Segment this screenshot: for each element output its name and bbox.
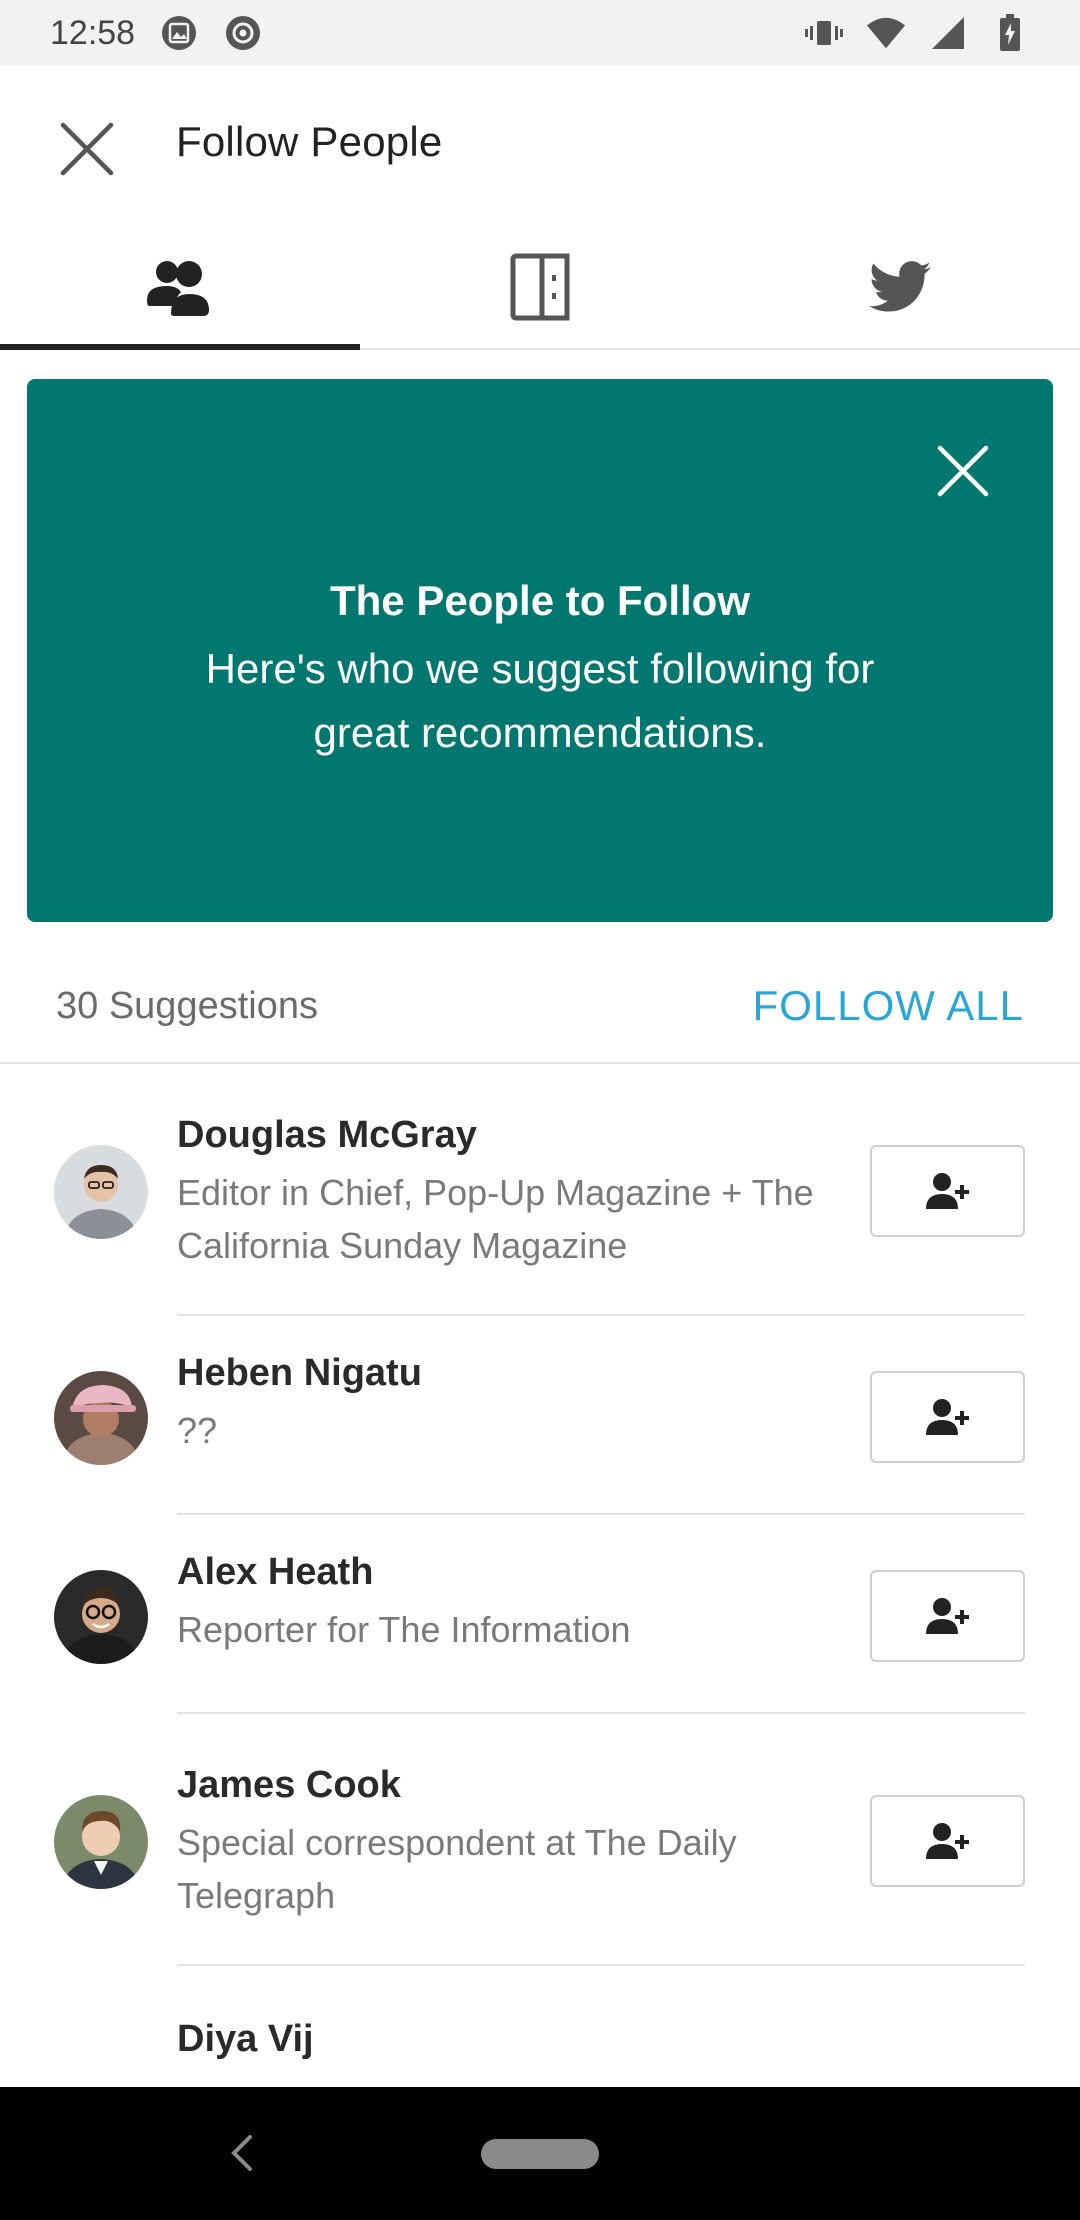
follow-button[interactable]: [870, 1371, 1025, 1463]
status-bar: 12:58: [0, 0, 1080, 66]
follow-button[interactable]: [870, 1570, 1025, 1662]
tab-twitter[interactable]: [720, 226, 1080, 348]
avatar: [54, 1371, 148, 1465]
list-item[interactable]: Diya Vij: [0, 1966, 1080, 2087]
person-description: ??: [177, 1410, 218, 1451]
info-banner: The People to Follow Here's who we sugge…: [27, 379, 1053, 922]
banner-title: The People to Follow: [330, 577, 750, 624]
app-bar: Follow People: [0, 66, 1080, 226]
suggestions-count: 30 Suggestions: [56, 984, 318, 1027]
page-title: Follow People: [176, 118, 443, 165]
home-pill-button[interactable]: [481, 2138, 599, 2169]
add-user-icon: [925, 1399, 969, 1435]
list-item[interactable]: Heben Nigatu ??: [0, 1316, 1080, 1515]
list-item[interactable]: Alex Heath Reporter for The Information: [0, 1515, 1080, 1714]
banner-body: Here's who we suggest following for grea…: [205, 645, 875, 756]
person-description: Special correspondent at The Daily Teleg…: [177, 1822, 737, 1916]
follow-button[interactable]: [870, 1145, 1025, 1237]
publication-icon: [510, 253, 570, 321]
vibrate-icon: [804, 13, 844, 53]
close-icon: [60, 122, 114, 176]
person-name: Heben Nigatu: [177, 1352, 422, 1394]
person-description: Reporter for The Information: [177, 1609, 631, 1650]
at-sign-notification-icon: [223, 13, 263, 53]
signal-icon: [928, 13, 968, 53]
add-user-icon: [925, 1823, 969, 1859]
wifi-icon: [866, 13, 906, 53]
list-item[interactable]: James Cook Special correspondent at The …: [0, 1714, 1080, 1966]
follow-all-button[interactable]: FOLLOW ALL: [753, 982, 1024, 1030]
back-icon[interactable]: [222, 2131, 262, 2175]
avatar: [54, 1570, 148, 1664]
avatar: [54, 1145, 148, 1239]
list-item[interactable]: Douglas McGray Editor in Chief, Pop-Up M…: [0, 1064, 1080, 1316]
add-user-icon: [925, 1598, 969, 1634]
person-name: Douglas McGray: [177, 1114, 477, 1156]
close-button[interactable]: [52, 114, 122, 184]
people-icon: [147, 261, 209, 316]
person-name: Diya Vij: [177, 2018, 314, 2060]
system-nav-bar: [0, 2087, 1080, 2220]
tab-bar: [0, 226, 1080, 350]
suggestions-header: 30 Suggestions FOLLOW ALL: [0, 950, 1080, 1064]
avatar: [54, 1795, 148, 1889]
battery-icon: [990, 13, 1030, 53]
gallery-notification-icon: [159, 13, 199, 53]
twitter-icon: [869, 261, 931, 312]
person-description: Editor in Chief, Pop-Up Magazine + The C…: [177, 1172, 814, 1266]
status-time: 12:58: [50, 13, 136, 52]
person-name: Alex Heath: [177, 1551, 374, 1593]
banner-close-button[interactable]: [933, 441, 993, 501]
tab-people[interactable]: [0, 226, 360, 350]
close-icon: [937, 445, 989, 497]
person-name: James Cook: [177, 1764, 401, 1806]
follow-button[interactable]: [870, 1795, 1025, 1887]
tab-publications[interactable]: [360, 226, 720, 348]
add-user-icon: [925, 1173, 969, 1209]
